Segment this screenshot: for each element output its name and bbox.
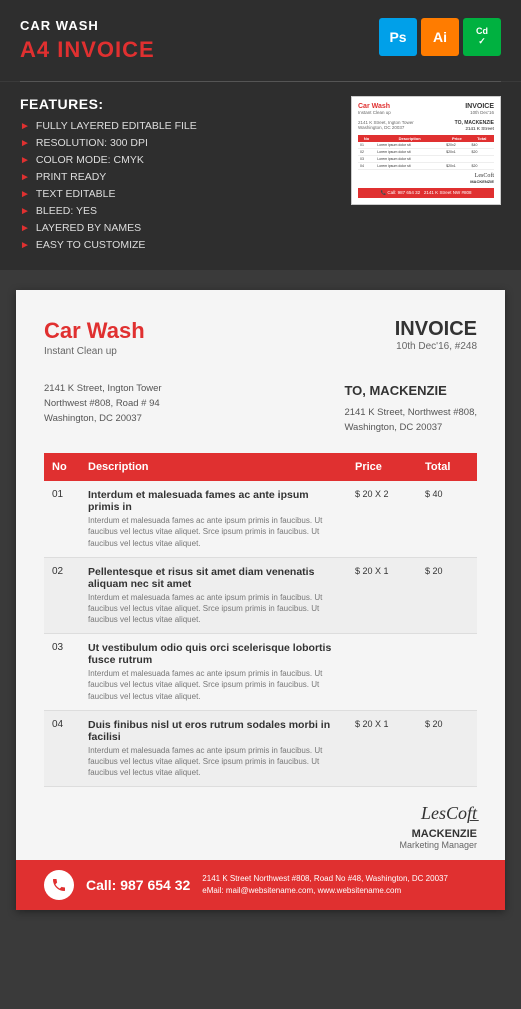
- row-no: 02: [44, 557, 80, 634]
- preview-card: Car Wash Instant Clean up INVOICE 10th D…: [351, 96, 501, 205]
- table-row: 01 Interdum et malesuada fames ac ante i…: [44, 481, 477, 557]
- row-description: Interdum et malesuada fames ac ante ipsu…: [88, 668, 339, 702]
- row-total: $ 20: [417, 710, 477, 787]
- illustrator-badge: Ai: [421, 18, 459, 56]
- col-price: Price: [347, 453, 417, 481]
- feature-label: EASY TO CUSTOMIZE: [36, 239, 146, 251]
- feature-item: ► PRINT READY: [20, 171, 331, 183]
- row-price: $ 20 X 1: [347, 710, 417, 787]
- row-desc-cell: Ut vestibulum odio quis orci scelerisque…: [80, 634, 347, 711]
- invoice-meta: INVOICE 10th Dec'16, #248: [395, 318, 477, 352]
- feature-label: TEXT EDITABLE: [36, 188, 116, 200]
- table-row: 04 Duis finibus nisl ut eros rutrum soda…: [44, 710, 477, 787]
- brand-subtitle: Instant Clean up: [44, 346, 145, 357]
- feature-label: BLEED: YES: [36, 205, 97, 217]
- feature-item: ► EASY TO CUSTOMIZE: [20, 239, 331, 251]
- sig-name: MACKENZIE: [44, 828, 477, 840]
- col-total: Total: [417, 453, 477, 481]
- row-total: $ 20: [417, 557, 477, 634]
- arrow-icon: ►: [20, 240, 30, 251]
- invoice-document: Car Wash Instant Clean up INVOICE 10th D…: [16, 290, 505, 910]
- address-from: 2141 K Street, Ington Tower Northwest #8…: [44, 381, 162, 435]
- sig-title: Marketing Manager: [44, 840, 477, 850]
- arrow-icon: ►: [20, 189, 30, 200]
- arrow-icon: ►: [20, 172, 30, 183]
- feature-item: ► LAYERED BY NAMES: [20, 222, 331, 234]
- arrow-icon: ►: [20, 206, 30, 217]
- top-section: CAR WASH A4 INVOICE Ps Ai Cd✓: [0, 0, 521, 81]
- arrow-icon: ►: [20, 121, 30, 132]
- brand-name: Car Wash: [44, 318, 145, 344]
- coreldraw-badge: Cd✓: [463, 18, 501, 56]
- invoice-header: Car Wash Instant Clean up INVOICE 10th D…: [44, 318, 477, 357]
- phone-icon: [44, 870, 74, 900]
- table-row: 02 Pellentesque et risus sit amet diam v…: [44, 557, 477, 634]
- feature-item: ► BLEED: YES: [20, 205, 331, 217]
- features-section: FEATURES: ► FULLY LAYERED EDITABLE FILE …: [0, 82, 521, 270]
- col-no: No: [44, 453, 80, 481]
- row-price: $ 20 X 1: [347, 557, 417, 634]
- row-desc-cell: Interdum et malesuada fames ac ante ipsu…: [80, 481, 347, 557]
- row-no: 01: [44, 481, 80, 557]
- row-no: 04: [44, 710, 80, 787]
- row-title: Pellentesque et risus sit amet diam vene…: [88, 566, 339, 590]
- top-left: CAR WASH A4 INVOICE: [20, 18, 155, 63]
- invoice-date: 10th Dec'16, #248: [395, 341, 477, 352]
- row-description: Interdum et malesuada fames ac ante ipsu…: [88, 515, 339, 549]
- invoice-table: No Description Price Total 01 Interdum e…: [44, 453, 477, 787]
- table-header-row: No Description Price Total: [44, 453, 477, 481]
- signature-image: LesCoft̲: [44, 803, 477, 824]
- row-no: 03: [44, 634, 80, 711]
- footer-call-text: Call: 987 654 32: [86, 877, 190, 893]
- badge-group: Ps Ai Cd✓: [379, 18, 501, 56]
- row-title: Duis finibus nisl ut eros rutrum sodales…: [88, 719, 339, 743]
- invoice-label: INVOICE: [395, 318, 477, 341]
- feature-item: ► COLOR MODE: CMYK: [20, 154, 331, 166]
- row-price: $ 20 X 2: [347, 481, 417, 557]
- row-description: Interdum et malesuada fames ac ante ipsu…: [88, 592, 339, 626]
- row-total: [417, 634, 477, 711]
- row-desc-cell: Pellentesque et risus sit amet diam vene…: [80, 557, 347, 634]
- feature-item: ► TEXT EDITABLE: [20, 188, 331, 200]
- a4-invoice-title: A4 INVOICE: [20, 37, 155, 63]
- car-wash-title: CAR WASH: [20, 18, 155, 33]
- arrow-icon: ►: [20, 223, 30, 234]
- feature-label: LAYERED BY NAMES: [36, 222, 141, 234]
- footer-contact-info: 2141 K Street Northwest #808, Road No #4…: [202, 873, 448, 897]
- feature-label: RESOLUTION: 300 DPI: [36, 137, 148, 149]
- features-title: FEATURES:: [20, 96, 331, 112]
- arrow-icon: ►: [20, 138, 30, 149]
- row-price: [347, 634, 417, 711]
- invoice-address-row: 2141 K Street, Ington Tower Northwest #8…: [44, 381, 477, 435]
- photoshop-badge: Ps: [379, 18, 417, 56]
- row-total: $ 40: [417, 481, 477, 557]
- col-description: Description: [80, 453, 347, 481]
- table-row: 03 Ut vestibulum odio quis orci sceleris…: [44, 634, 477, 711]
- feature-label: COLOR MODE: CMYK: [36, 154, 144, 166]
- invoice-brand: Car Wash Instant Clean up: [44, 318, 145, 357]
- feature-item: ► RESOLUTION: 300 DPI: [20, 137, 331, 149]
- row-title: Interdum et malesuada fames ac ante ipsu…: [88, 489, 339, 513]
- address-to: TO, MACKENZIE 2141 K Street, Northwest #…: [344, 381, 477, 435]
- features-list: FEATURES: ► FULLY LAYERED EDITABLE FILE …: [20, 96, 331, 256]
- row-title: Ut vestibulum odio quis orci scelerisque…: [88, 642, 339, 666]
- address-to-label: TO, MACKENZIE: [344, 381, 477, 402]
- preview-thumbnail: Car Wash Instant Clean up INVOICE 10th D…: [351, 96, 501, 256]
- invoice-footer: Call: 987 654 32 2141 K Street Northwest…: [16, 860, 505, 910]
- signature-section: LesCoft̲ MACKENZIE Marketing Manager: [44, 787, 477, 860]
- feature-label: PRINT READY: [36, 171, 106, 183]
- arrow-icon: ►: [20, 155, 30, 166]
- main-content: Car Wash Instant Clean up INVOICE 10th D…: [0, 270, 521, 930]
- row-desc-cell: Duis finibus nisl ut eros rutrum sodales…: [80, 710, 347, 787]
- row-description: Interdum et malesuada fames ac ante ipsu…: [88, 745, 339, 779]
- feature-item: ► FULLY LAYERED EDITABLE FILE: [20, 120, 331, 132]
- feature-label: FULLY LAYERED EDITABLE FILE: [36, 120, 197, 132]
